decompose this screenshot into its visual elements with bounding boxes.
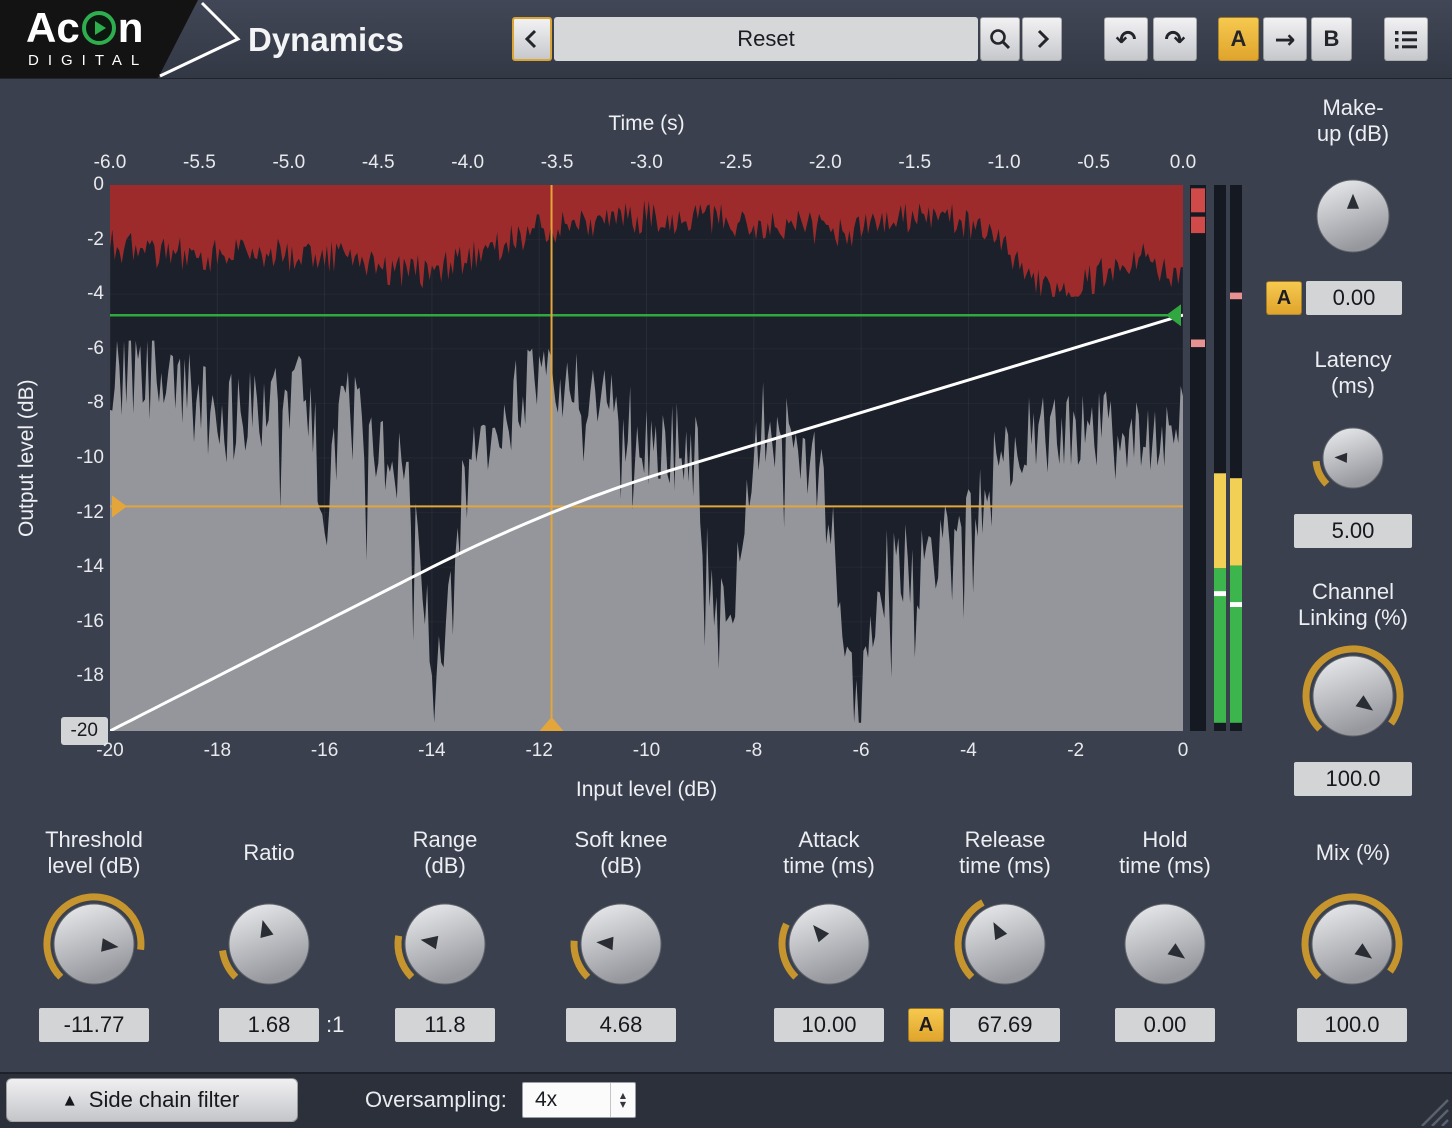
level-meter-bars	[1214, 185, 1242, 731]
channel-linking-value[interactable]: 100.0	[1294, 762, 1412, 796]
attack-value[interactable]: 10.00	[774, 1008, 884, 1042]
arrow-right-icon: →	[1275, 25, 1296, 54]
latency-label: Latency(ms)	[1273, 346, 1433, 400]
gain-reduction-meter	[1190, 185, 1206, 731]
ratio-value[interactable]: 1.68	[219, 1008, 319, 1042]
threshold-knob[interactable]	[42, 892, 146, 1001]
resize-grip[interactable]	[1418, 1096, 1450, 1126]
preset-name-field[interactable]: Reset	[554, 17, 978, 61]
brand-play-icon	[82, 11, 116, 45]
mix-value[interactable]: 100.0	[1297, 1008, 1407, 1042]
input-axis-ticks: -20-18-16-14-12-10-8-6-4-20	[110, 740, 1183, 766]
page-title: Dynamics	[248, 21, 404, 59]
preset-next-button[interactable]	[1022, 17, 1062, 61]
ab-b-button[interactable]: B	[1311, 17, 1352, 61]
threshold-value[interactable]: -11.77	[39, 1008, 149, 1042]
ab-a-button[interactable]: A	[1218, 17, 1259, 61]
makeup-knob[interactable]	[1305, 168, 1401, 269]
latency-value[interactable]: 5.00	[1294, 514, 1412, 548]
makeup-automation-button[interactable]: A	[1266, 281, 1302, 315]
threshold-label: Thresholdlevel (dB)	[24, 826, 164, 880]
soft-knee-value[interactable]: 4.68	[566, 1008, 676, 1042]
channel-linking-knob[interactable]	[1301, 644, 1405, 753]
ratio-knob[interactable]	[217, 892, 321, 1001]
side-chain-filter-label: Side chain filter	[89, 1087, 239, 1113]
footer-bar: ▲ Side chain filter Oversampling: 4x ▲▼	[0, 1072, 1452, 1128]
release-label: Releasetime (ms)	[935, 826, 1075, 880]
dynamics-graph[interactable]	[110, 185, 1183, 731]
hold-knob[interactable]	[1113, 892, 1217, 1001]
attack-label: Attacktime (ms)	[759, 826, 899, 880]
range-value[interactable]: 11.8	[395, 1008, 495, 1042]
input-axis-title: Input level (dB)	[110, 778, 1183, 802]
time-axis-ticks: -6.0-5.5-5.0-4.5-4.0-3.5-3.0-2.5-2.0-1.5…	[110, 152, 1183, 178]
latency-knob[interactable]	[1311, 416, 1395, 505]
preset-search-button[interactable]	[980, 17, 1020, 61]
release-knob[interactable]	[953, 892, 1057, 1001]
brand-subtitle: DIGITAL	[28, 52, 148, 69]
soft-knee-label: Soft knee(dB)	[551, 826, 691, 880]
hold-label: Holdtime (ms)	[1095, 826, 1235, 880]
makeup-label: Make-up (dB)	[1273, 94, 1433, 148]
ratio-label: Ratio	[199, 826, 339, 880]
output-axis-ticks: 0-2-4-6-8-10-12-14-16-18-20	[40, 185, 104, 731]
hold-value[interactable]: 0.00	[1115, 1008, 1215, 1042]
time-axis-title: Time (s)	[110, 112, 1183, 136]
collapse-arrow-icon: ▲	[65, 1093, 75, 1108]
ratio-suffix: :1	[326, 1012, 344, 1038]
side-chain-filter-button[interactable]: ▲ Side chain filter	[6, 1078, 298, 1122]
header: Acn DIGITAL Dynamics Reset ↶ ↷ A → B	[0, 0, 1452, 79]
undo-button[interactable]: ↶	[1104, 17, 1148, 61]
list-menu-icon	[1393, 27, 1419, 51]
attack-knob[interactable]	[777, 892, 881, 1001]
soft-knee-knob[interactable]	[569, 892, 673, 1001]
output-axis-title: Output level (dB)	[12, 185, 42, 731]
redo-icon: ↷	[1165, 25, 1186, 54]
range-label: Range(dB)	[375, 826, 515, 880]
brand-name: Acn	[26, 2, 143, 54]
oversampling-label: Oversampling:	[365, 1078, 507, 1122]
oversampling-value: 4x	[523, 1088, 610, 1112]
chevron-left-icon	[521, 27, 543, 51]
oversampling-select[interactable]: 4x ▲▼	[522, 1082, 636, 1118]
channel-linking-label: ChannelLinking (%)	[1273, 578, 1433, 632]
release-automation-button[interactable]: A	[908, 1008, 944, 1042]
mix-knob[interactable]	[1300, 892, 1404, 1001]
menu-button[interactable]	[1384, 17, 1428, 61]
makeup-value[interactable]: 0.00	[1306, 281, 1402, 315]
select-arrows-icon: ▲▼	[610, 1083, 635, 1117]
preset-prev-button[interactable]	[512, 17, 552, 61]
release-value[interactable]: 67.69	[950, 1008, 1060, 1042]
search-icon	[988, 27, 1012, 51]
redo-button[interactable]: ↷	[1153, 17, 1197, 61]
chevron-right-icon	[1031, 27, 1053, 51]
range-knob[interactable]	[393, 892, 497, 1001]
mix-label: Mix (%)	[1273, 826, 1433, 880]
undo-icon: ↶	[1116, 25, 1137, 54]
ab-copy-button[interactable]: →	[1263, 17, 1307, 61]
